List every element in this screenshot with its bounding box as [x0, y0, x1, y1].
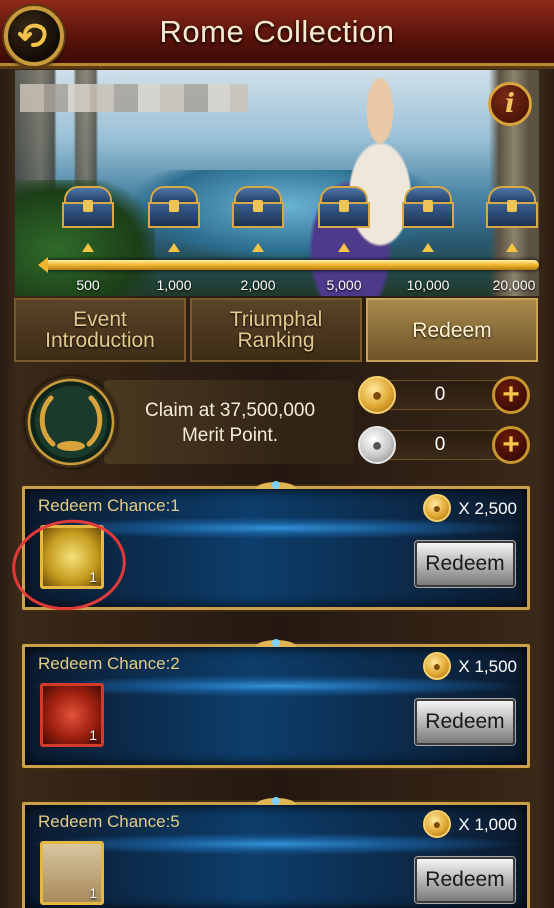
add-silver-coin-button[interactable]: +	[492, 426, 530, 464]
milestone-marker-icon	[338, 243, 350, 252]
page-title: Rome Collection	[159, 14, 395, 49]
milestone-marker-icon	[422, 243, 434, 252]
tab-event-introduction[interactable]: Event Introduction	[14, 298, 186, 362]
claim-text: Claim at 37,500,000 Merit Point.	[120, 398, 340, 448]
redeem-button[interactable]: Redeem	[415, 857, 515, 903]
gem-icon	[272, 797, 280, 805]
milestone-label: 500	[76, 277, 100, 293]
claim-line: Claim at 37,500,000	[144, 400, 316, 421]
redeem-cost: X 1,000	[458, 815, 517, 834]
gold-coin-icon: ●	[423, 494, 451, 522]
reward-chest-icon[interactable]	[318, 186, 370, 230]
redeem-chance-label: Redeem Chance:5	[38, 812, 180, 831]
blurred-text-area	[20, 84, 248, 112]
reward-chest-icon[interactable]	[486, 186, 538, 230]
tab-redeem[interactable]: Redeem	[366, 298, 538, 362]
milestone-label: 10,000	[406, 277, 450, 293]
milestone-marker-icon	[168, 243, 180, 252]
gold-coin-icon: ●	[358, 376, 396, 414]
red-armor-icon[interactable]: 1	[40, 683, 104, 747]
redeem-chance-label: Redeem Chance:2	[38, 654, 180, 673]
gem-icon	[272, 639, 280, 647]
tab-triumphal-ranking[interactable]: Triumphal Ranking	[190, 298, 362, 362]
redeem-cost: X 2,500	[458, 499, 517, 518]
item-quantity: 1	[89, 727, 97, 743]
tab-label: Triumphal	[229, 308, 323, 331]
portrait-scroll-icon[interactable]: 1	[40, 841, 104, 905]
item-quantity: 1	[89, 885, 97, 901]
claim-line: Merit Point.	[181, 425, 279, 446]
silver-coin-icon: ●	[358, 426, 396, 464]
milestone-marker-icon	[252, 243, 264, 252]
add-gold-coin-button[interactable]: +	[492, 376, 530, 414]
reward-chest-icon[interactable]	[402, 186, 454, 230]
redeem-chance-label: Redeem Chance:1	[38, 496, 180, 515]
milestone-marker-icon	[82, 243, 94, 252]
tab-label: Introduction	[45, 329, 155, 352]
tab-label: Ranking	[237, 329, 315, 352]
info-icon: i	[505, 89, 515, 119]
info-button[interactable]: i	[488, 82, 532, 126]
reward-chest-icon[interactable]	[62, 186, 114, 230]
redeem-button[interactable]: Redeem	[415, 541, 515, 587]
redeem-button[interactable]: Redeem	[415, 699, 515, 745]
tab-label: Event	[73, 308, 127, 331]
redeem-card: Redeem Chance:5 ● X 1,000 1 Redeem	[22, 793, 530, 908]
gold-coin-icon: ●	[423, 810, 451, 838]
gem-icon	[272, 481, 280, 489]
milestone-label: 5,000	[326, 277, 362, 293]
laurel-wreath-icon	[25, 376, 117, 468]
milestone-label: 2,000	[240, 277, 276, 293]
milestone-marker-icon	[506, 243, 518, 252]
header-bar: Rome Collection	[0, 0, 554, 69]
tab-label: Redeem	[412, 318, 492, 342]
milestone-label: 1,000	[156, 277, 192, 293]
reward-chest-icon[interactable]	[232, 186, 284, 230]
redeem-cost: X 1,500	[458, 657, 517, 676]
redeem-card: Redeem Chance:2 ● X 1,500 1 Redeem	[22, 635, 530, 768]
milestone-label: 20,000	[492, 277, 536, 293]
milestone-progress-bar	[38, 257, 539, 273]
gold-coin-icon: ●	[423, 652, 451, 680]
reward-chest-icon[interactable]	[148, 186, 200, 230]
